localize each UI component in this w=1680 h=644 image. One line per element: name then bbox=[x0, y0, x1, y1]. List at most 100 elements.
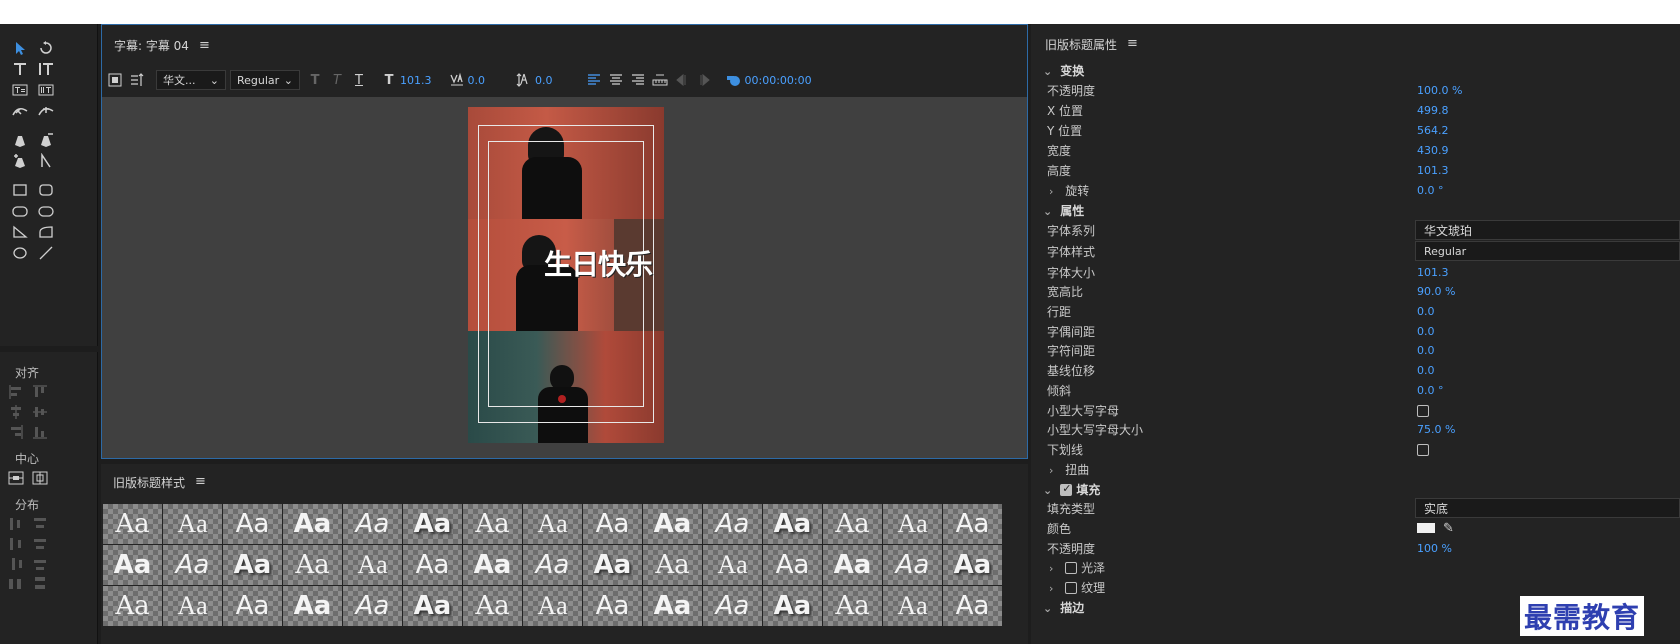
align-right-icon[interactable] bbox=[8, 424, 24, 440]
line-tool-icon[interactable] bbox=[34, 243, 58, 262]
vertical-area-type-tool-icon[interactable] bbox=[34, 80, 58, 99]
style-swatch[interactable]: Aa bbox=[643, 504, 702, 544]
style-swatch[interactable]: Aa bbox=[583, 586, 642, 626]
delete-anchor-tool-icon[interactable] bbox=[34, 130, 58, 149]
underline-icon[interactable]: T bbox=[348, 69, 370, 91]
font-style-select[interactable]: Regular ⌄ bbox=[230, 70, 300, 90]
style-swatch[interactable]: Aa bbox=[703, 586, 762, 626]
section-fill[interactable]: ⌄ 填充 bbox=[1031, 479, 1680, 499]
style-swatch[interactable]: Aa bbox=[163, 504, 222, 544]
style-swatch[interactable]: Aa bbox=[283, 586, 342, 626]
style-swatch[interactable]: Aa bbox=[523, 545, 582, 585]
row-texture[interactable]: › 纹理 bbox=[1031, 577, 1680, 597]
fill-checkbox[interactable] bbox=[1060, 482, 1073, 496]
y-position-value[interactable]: 564.2 bbox=[1417, 124, 1449, 137]
fill-color-swatch[interactable] bbox=[1417, 523, 1435, 533]
style-swatch[interactable]: Aa bbox=[943, 545, 1002, 585]
distribute-center-v-icon[interactable] bbox=[32, 536, 48, 552]
vertical-type-tool-icon[interactable] bbox=[34, 59, 58, 78]
bold-icon[interactable]: T bbox=[304, 69, 326, 91]
align-center-h-icon[interactable] bbox=[8, 404, 24, 420]
area-type-tool-icon[interactable] bbox=[8, 80, 32, 99]
eyedropper-icon[interactable]: ✎ bbox=[1443, 521, 1454, 536]
style-swatch[interactable]: Aa bbox=[703, 545, 762, 585]
style-swatch[interactable]: Aa bbox=[943, 586, 1002, 626]
background-video-icon[interactable] bbox=[104, 69, 126, 91]
align-left-icon[interactable] bbox=[8, 384, 24, 400]
style-swatch[interactable]: Aa bbox=[163, 586, 222, 626]
rotation-value[interactable]: 0.0 ° bbox=[1417, 184, 1444, 197]
section-properties[interactable]: ⌄ 属性 bbox=[1031, 200, 1680, 220]
aspect-value[interactable]: 90.0 % bbox=[1417, 285, 1455, 298]
center-horizontal-icon[interactable] bbox=[8, 470, 24, 486]
playhead-icon[interactable] bbox=[723, 69, 745, 91]
round-corner-rect-tool-icon[interactable] bbox=[34, 201, 58, 220]
type-tool-icon[interactable] bbox=[8, 59, 32, 78]
style-swatch[interactable]: Aa bbox=[763, 545, 822, 585]
style-swatch[interactable]: Aa bbox=[223, 545, 282, 585]
row-sheen[interactable]: › 光泽 bbox=[1031, 557, 1680, 577]
style-swatch[interactable]: Aa bbox=[703, 504, 762, 544]
height-value[interactable]: 101.3 bbox=[1417, 164, 1449, 177]
style-swatch[interactable]: Aa bbox=[823, 504, 882, 544]
tab-left-icon[interactable] bbox=[671, 69, 693, 91]
style-swatch[interactable]: Aa bbox=[403, 504, 462, 544]
timecode-value[interactable]: 00:00:00:00 bbox=[745, 74, 812, 87]
section-transform[interactable]: ⌄ 变换 bbox=[1031, 60, 1680, 80]
rotate-tool-icon[interactable] bbox=[34, 38, 58, 57]
texture-checkbox[interactable] bbox=[1065, 582, 1078, 594]
style-swatch[interactable]: Aa bbox=[583, 545, 642, 585]
style-swatch[interactable]: Aa bbox=[283, 545, 342, 585]
style-swatch[interactable]: Aa bbox=[883, 545, 942, 585]
style-swatch[interactable]: Aa bbox=[103, 504, 162, 544]
panel-menu-icon[interactable]: ≡ bbox=[195, 474, 206, 491]
center-vertical-icon[interactable] bbox=[32, 470, 48, 486]
selection-tool-icon[interactable] bbox=[8, 38, 32, 57]
ellipse-tool-icon[interactable] bbox=[8, 243, 32, 262]
row-rotation[interactable]: › 旋转 0.0 ° bbox=[1031, 180, 1680, 200]
distribute-bottom-icon[interactable] bbox=[32, 556, 48, 572]
style-swatch[interactable]: Aa bbox=[883, 586, 942, 626]
style-swatch[interactable]: Aa bbox=[343, 504, 402, 544]
vertical-path-type-tool-icon[interactable] bbox=[34, 101, 58, 120]
underline-checkbox[interactable] bbox=[1417, 443, 1429, 456]
style-swatch[interactable]: Aa bbox=[823, 545, 882, 585]
leading-value[interactable]: 0.0 bbox=[535, 74, 553, 87]
distribute-left-icon[interactable] bbox=[8, 516, 24, 532]
style-swatch[interactable]: Aa bbox=[523, 504, 582, 544]
align-left-text-icon[interactable] bbox=[583, 69, 605, 91]
style-swatch[interactable]: Aa bbox=[763, 586, 822, 626]
title-panel-name[interactable]: 字幕: 字幕 04 bbox=[114, 37, 189, 54]
style-swatch[interactable]: Aa bbox=[943, 504, 1002, 544]
align-bottom-icon[interactable] bbox=[32, 424, 48, 440]
style-swatch[interactable]: Aa bbox=[823, 586, 882, 626]
row-distort[interactable]: › 扭曲 bbox=[1031, 459, 1680, 479]
caption-text[interactable]: 生日快乐 bbox=[544, 243, 653, 283]
convert-anchor-tool-icon[interactable] bbox=[34, 151, 58, 170]
slant-value[interactable]: 0.0 ° bbox=[1417, 384, 1444, 397]
style-swatch[interactable]: Aa bbox=[583, 504, 642, 544]
style-swatch[interactable]: Aa bbox=[643, 545, 702, 585]
tab-right-icon[interactable] bbox=[693, 69, 715, 91]
style-swatch[interactable]: Aa bbox=[463, 586, 522, 626]
title-canvas[interactable]: 生日快乐 bbox=[102, 97, 1027, 458]
style-swatch[interactable]: Aa bbox=[463, 504, 522, 544]
small-caps-checkbox[interactable] bbox=[1417, 404, 1429, 417]
align-center-v-icon[interactable] bbox=[32, 404, 48, 420]
distribute-right-icon[interactable] bbox=[8, 556, 24, 572]
style-swatch[interactable]: Aa bbox=[463, 545, 522, 585]
panel-menu-icon[interactable]: ≡ bbox=[199, 38, 210, 53]
fill-opacity-value[interactable]: 100 % bbox=[1417, 542, 1452, 555]
tab-stops-icon[interactable] bbox=[126, 69, 148, 91]
arc-tool-icon[interactable] bbox=[34, 222, 58, 241]
kerning-value[interactable]: 0.0 bbox=[468, 74, 486, 87]
distribute-even-v-icon[interactable] bbox=[32, 576, 48, 592]
distribute-center-h-icon[interactable] bbox=[8, 536, 24, 552]
rounded-rect-tool-icon[interactable] bbox=[34, 180, 58, 199]
kerning-prop-value[interactable]: 0.0 bbox=[1417, 325, 1435, 338]
font-size-value[interactable]: 101.3 bbox=[400, 74, 432, 87]
sheen-checkbox[interactable] bbox=[1065, 562, 1078, 574]
style-swatch[interactable]: Aa bbox=[223, 504, 282, 544]
align-right-text-icon[interactable] bbox=[627, 69, 649, 91]
pen-tool-icon[interactable] bbox=[8, 130, 32, 149]
